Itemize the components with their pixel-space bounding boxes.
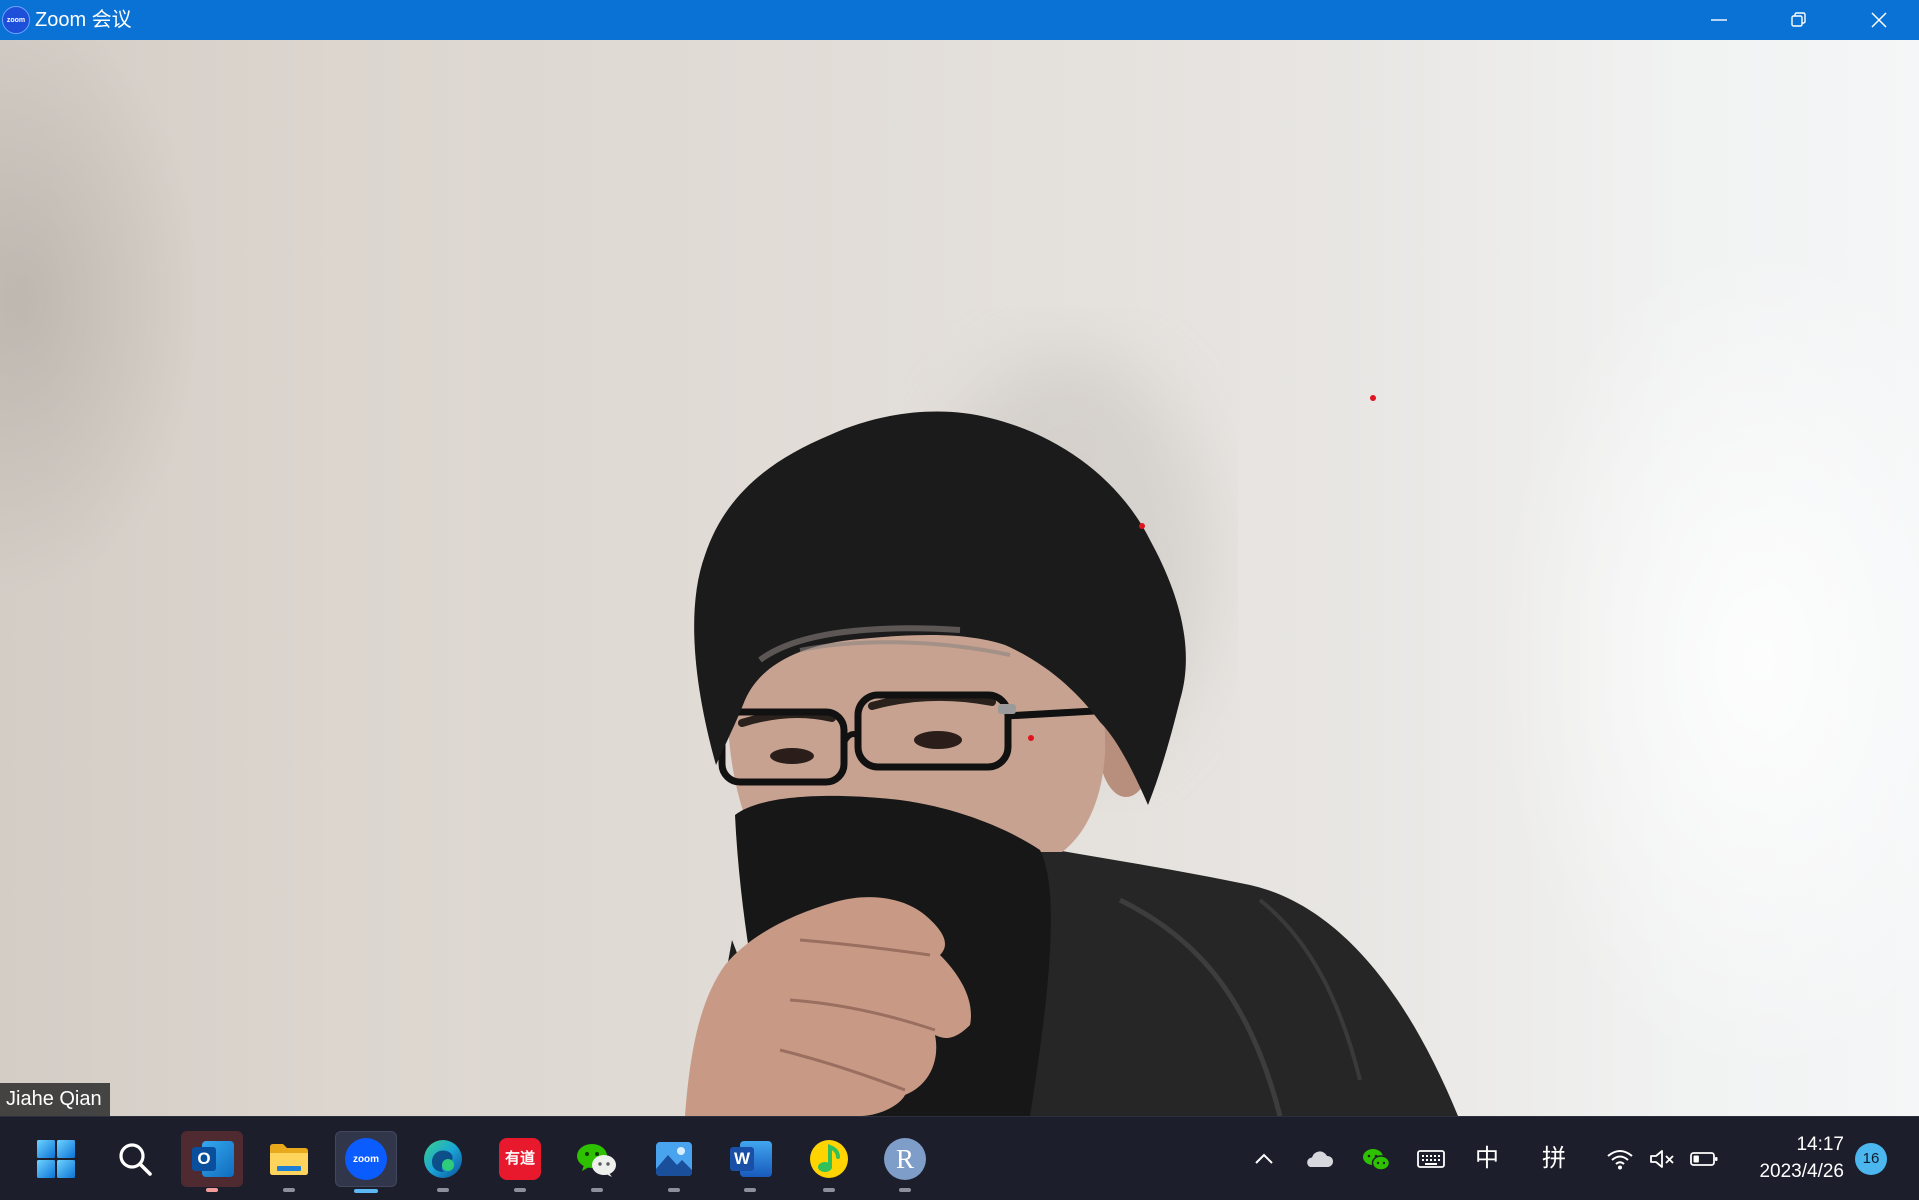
running-indicator (899, 1188, 911, 1192)
close-icon (1871, 12, 1887, 28)
running-indicator (206, 1188, 218, 1192)
wechat-icon (577, 1144, 616, 1177)
taskbar-clock[interactable]: 14:17 2023/4/26 (1724, 1131, 1844, 1185)
tray-touch-keyboard[interactable] (1411, 1139, 1451, 1179)
outlook-icon: O (190, 1139, 234, 1179)
close-button[interactable] (1839, 0, 1919, 40)
eye (914, 731, 962, 749)
running-indicator (823, 1188, 835, 1192)
taskbar-search-button[interactable] (104, 1131, 166, 1187)
window-title: Zoom 会议 (35, 9, 132, 31)
taskbar-r-button[interactable]: R (874, 1131, 936, 1192)
jacket-body (1000, 840, 1458, 1116)
search-icon (119, 1143, 152, 1176)
taskbar-start-button[interactable] (25, 1131, 87, 1187)
folder-icon (270, 1144, 308, 1175)
clock-date: 2023/4/26 (1759, 1161, 1844, 1182)
running-indicator (591, 1188, 603, 1192)
ime-mode-label: 拼 (1542, 1145, 1566, 1172)
chevron-up-icon (1255, 1153, 1273, 1164)
wechat-icon (1363, 1149, 1391, 1171)
participant-name-label: Jiahe Qian (0, 1083, 110, 1116)
tray-volume[interactable] (1642, 1139, 1682, 1179)
running-indicator (514, 1188, 526, 1192)
marker-dot (1028, 735, 1034, 741)
edge-icon (424, 1140, 462, 1178)
wifi-icon (1607, 1150, 1633, 1170)
taskbar-wechat-button[interactable] (566, 1131, 628, 1192)
marker-dot (1139, 523, 1145, 529)
ime-mode-toggle[interactable]: 拼 (1534, 1139, 1574, 1179)
marker-dot (1370, 395, 1376, 401)
taskbar-edge-button[interactable] (412, 1131, 474, 1192)
tray-wechat[interactable] (1356, 1139, 1396, 1179)
participant-video[interactable]: Jiahe Qian (0, 40, 1919, 1116)
notification-badge[interactable]: 16 (1855, 1143, 1887, 1175)
show-hidden-icons-button[interactable] (1244, 1139, 1284, 1179)
taskbar-word-button[interactable]: W (719, 1131, 781, 1192)
taskbar: O zoom 有道 W R 中 拼 14:17 2023/4/26 16 (0, 1116, 1919, 1200)
youdao-icon: 有道 (499, 1138, 541, 1180)
tray-onedrive[interactable] (1299, 1139, 1339, 1179)
windows-start-icon (37, 1140, 75, 1178)
window-title-bar[interactable]: zoom Zoom 会议 (0, 0, 1919, 40)
ime-language-label: 中 (1475, 1145, 1499, 1172)
restore-icon (1791, 12, 1806, 27)
taskbar-youdao-button[interactable]: 有道 (489, 1131, 551, 1192)
battery-icon (1690, 1152, 1718, 1166)
glasses-hinge (998, 704, 1016, 714)
zoom-icon: zoom (345, 1138, 387, 1180)
qq-music-icon (810, 1140, 848, 1178)
ime-language-toggle[interactable]: 中 (1467, 1139, 1507, 1179)
taskbar-file-explorer-button[interactable] (258, 1131, 320, 1192)
clock-time: 14:17 (1796, 1134, 1844, 1155)
participant-figure (685, 350, 1458, 1116)
taskbar-photos-button[interactable] (643, 1131, 705, 1192)
running-indicator (283, 1188, 295, 1192)
r-icon: R (884, 1138, 926, 1180)
running-indicator (668, 1188, 680, 1192)
zoom-logo-icon: zoom (2, 6, 30, 34)
eye (770, 748, 814, 764)
running-indicator (744, 1188, 756, 1192)
active-indicator (354, 1189, 378, 1193)
tray-network[interactable] (1600, 1139, 1640, 1179)
minimize-button[interactable] (1679, 0, 1759, 40)
photos-icon (656, 1142, 692, 1176)
taskbar-qq-music-button[interactable] (798, 1131, 860, 1192)
tray-battery[interactable] (1684, 1139, 1724, 1179)
minimize-icon (1711, 19, 1727, 21)
speaker-muted-icon (1650, 1150, 1674, 1168)
running-indicator (437, 1188, 449, 1192)
taskbar-outlook-button[interactable]: O (181, 1131, 243, 1192)
word-icon: W (728, 1139, 772, 1179)
keyboard-icon (1417, 1150, 1445, 1168)
battery-level-fill (1693, 1155, 1699, 1163)
taskbar-zoom-button[interactable]: zoom (335, 1131, 397, 1193)
onedrive-cloud-icon (1307, 1151, 1334, 1167)
restore-button[interactable] (1759, 0, 1839, 40)
